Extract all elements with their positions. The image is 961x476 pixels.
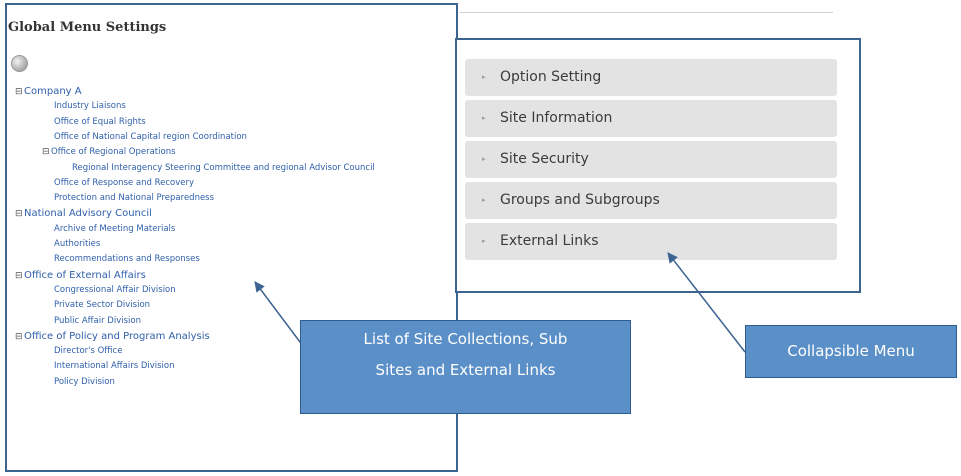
site-collections-callout: List of Site Collections, Sub Sites and … — [300, 320, 631, 414]
arrow-to-collapsible-menu — [667, 252, 746, 353]
collapsible-menu-callout: Collapsible Menu — [745, 325, 957, 378]
callout-line-2: Sites and External Links — [375, 361, 556, 379]
callout-line-1: List of Site Collections, Sub — [363, 330, 568, 348]
arrow-to-site-tree — [254, 281, 307, 351]
